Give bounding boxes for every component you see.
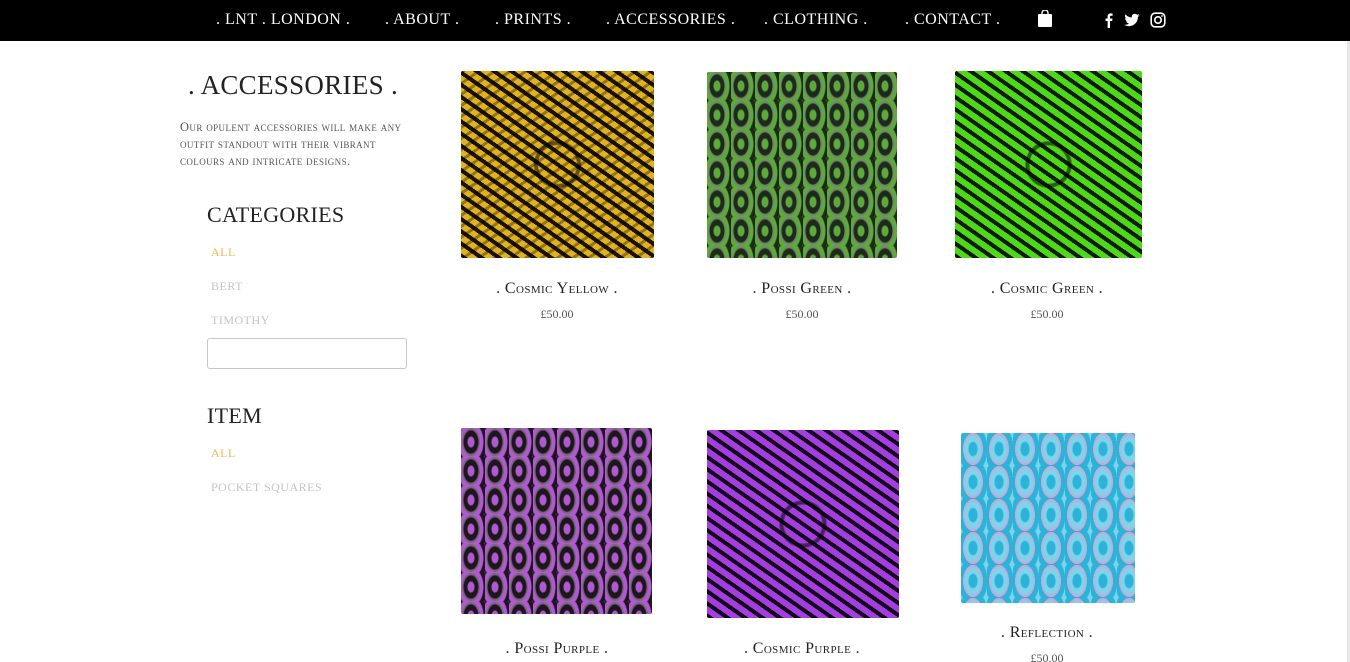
product-name[interactable]: . Cosmic Yellow .	[457, 280, 657, 298]
product-price: £50.00	[540, 307, 574, 321]
item-all-link[interactable]: ALL	[211, 446, 236, 461]
product-name[interactable]: . Possi Purple .	[457, 640, 657, 658]
product-image[interactable]	[461, 428, 652, 614]
product-image[interactable]	[707, 430, 899, 618]
page-title: . ACCESSORIES .	[187, 70, 399, 100]
item-pocket-squares-link[interactable]: POCKET SQUARES	[211, 480, 322, 495]
product-name[interactable]: . Cosmic Green .	[947, 280, 1147, 298]
product-name[interactable]: . Reflection .	[947, 624, 1147, 642]
category-timothy-link[interactable]: TIMOTHY	[211, 313, 270, 328]
search-input[interactable]	[207, 338, 407, 369]
product-image[interactable]	[955, 71, 1142, 258]
product-image[interactable]	[461, 71, 654, 258]
nav-item-lnt-london[interactable]: . LNT . LONDON .	[216, 11, 350, 29]
category-all-link[interactable]: ALL	[211, 245, 236, 260]
item-heading: ITEM	[207, 403, 262, 428]
product-price: £50.00	[785, 307, 819, 321]
product-price: £50.00	[1030, 307, 1064, 321]
product-image[interactable]	[961, 433, 1135, 603]
category-bert-link[interactable]: BERT	[211, 279, 243, 294]
nav-item-about[interactable]: . ABOUT .	[385, 11, 459, 29]
shopping-bag-icon[interactable]	[1038, 10, 1052, 27]
product-price: £50.00	[1030, 651, 1064, 662]
product-name[interactable]: . Possi Green .	[702, 280, 902, 298]
nav-item-prints[interactable]: . PRINTS .	[495, 11, 571, 29]
product-image[interactable]	[707, 72, 897, 258]
page-description: Our opulent accessories will make any ou…	[180, 120, 402, 168]
nav-item-contact[interactable]: . CONTACT .	[905, 11, 1000, 29]
nav-item-clothing[interactable]: . CLOTHING .	[764, 11, 868, 29]
instagram-icon[interactable]	[1150, 12, 1166, 28]
twitter-icon[interactable]	[1124, 12, 1140, 28]
top-nav: . LNT . LONDON . . ABOUT . . PRINTS . . …	[0, 0, 1350, 41]
product-name[interactable]: . Cosmic Purple .	[702, 640, 902, 658]
nav-item-accessories[interactable]: . ACCESSORIES .	[606, 11, 735, 29]
categories-heading: CATEGORIES	[207, 202, 345, 227]
facebook-icon[interactable]	[1101, 12, 1117, 28]
